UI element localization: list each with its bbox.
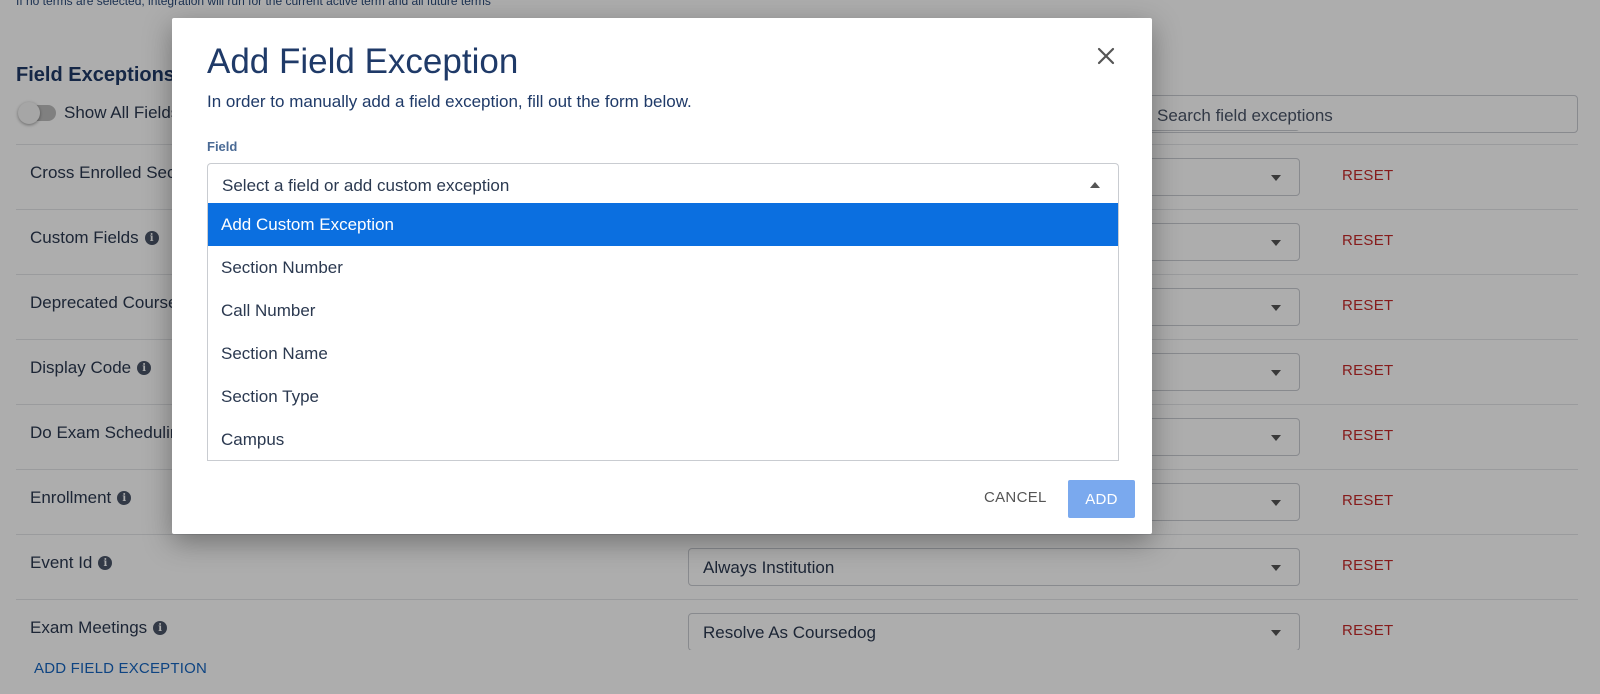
option-call-number[interactable]: Call Number [208, 289, 1118, 332]
close-icon[interactable] [1094, 44, 1118, 68]
option-section-number[interactable]: Section Number [208, 246, 1118, 289]
add-field-exception-dialog: Add Field Exception In order to manually… [172, 18, 1152, 534]
option-section-name[interactable]: Section Name [208, 332, 1118, 375]
field-select-placeholder: Select a field or add custom exception [222, 176, 510, 195]
option-section-type[interactable]: Section Type [208, 375, 1118, 418]
field-options-list: Add Custom Exception Section Number Call… [207, 203, 1119, 461]
add-button[interactable]: ADD [1068, 480, 1135, 518]
dialog-description: In order to manually add a field excepti… [207, 92, 692, 111]
field-label: Field [207, 139, 238, 154]
field-select[interactable]: Select a field or add custom exception [207, 163, 1119, 205]
option-add-custom-exception[interactable]: Add Custom Exception [208, 203, 1118, 246]
dialog-title: Add Field Exception [207, 42, 519, 81]
cancel-button[interactable]: CANCEL [984, 489, 1047, 506]
option-campus[interactable]: Campus [208, 418, 1118, 460]
chevron-up-icon [1090, 182, 1100, 188]
